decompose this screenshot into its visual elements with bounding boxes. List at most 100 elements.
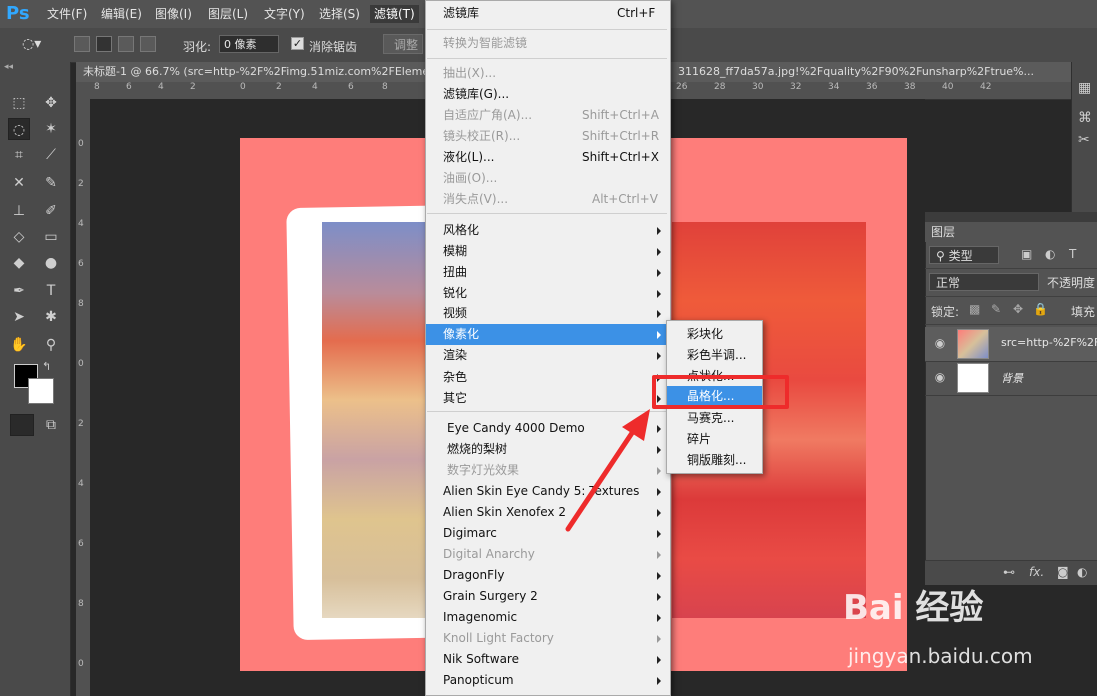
menu-item-digimarc[interactable]: Digimarc	[443, 523, 497, 544]
menu-item-adaptive-wide-angle[interactable]: 自适应广角(A)...	[443, 105, 532, 126]
photoshop-logo-icon: Ps	[6, 3, 30, 24]
menu-item-filter-gallery-last[interactable]: 滤镜库	[443, 3, 479, 24]
healing-brush-icon[interactable]: ✕	[8, 172, 30, 194]
visibility-eye-icon[interactable]: ◉	[933, 336, 947, 350]
submenu-item-mezzotint[interactable]: 铜版雕刻...	[687, 450, 746, 471]
pen-tool-icon[interactable]: ✒	[8, 280, 30, 302]
antialias-checkbox[interactable]: ✓	[291, 37, 304, 50]
menu-item-blur[interactable]: 模糊	[443, 241, 467, 262]
zoom-tool-icon[interactable]: ⚲	[40, 334, 62, 356]
marquee-tool-icon[interactable]: ⬚	[8, 92, 30, 114]
menu-type[interactable]: 文字(Y)	[264, 5, 305, 23]
brush-panel-icon[interactable]: ⌘	[1078, 110, 1092, 126]
menu-item-sharpen[interactable]: 锐化	[443, 283, 467, 304]
stamp-tool-icon[interactable]: ⊥	[8, 200, 30, 222]
menu-item-noise[interactable]: 杂色	[443, 367, 467, 388]
submenu-arrow-icon	[657, 310, 661, 318]
menu-select[interactable]: 选择(S)	[319, 5, 360, 23]
submenu-item-color-halftone[interactable]: 彩色半调...	[687, 345, 746, 366]
menu-item-vanishing-point[interactable]: 消失点(V)...	[443, 189, 508, 210]
filter-type-icon[interactable]: T	[1069, 247, 1076, 261]
blend-mode-select[interactable]: 正常	[929, 273, 1039, 291]
history-brush-icon[interactable]: ✐	[40, 200, 62, 222]
menu-item-lens-correction[interactable]: 镜头校正(R)...	[443, 126, 520, 147]
background-color-swatch[interactable]	[28, 378, 54, 404]
history-panel-icon[interactable]: ▦	[1078, 80, 1091, 96]
new-selection-button[interactable]	[74, 36, 90, 52]
add-selection-button[interactable]	[96, 36, 112, 52]
filter-pixel-icon[interactable]: ▣	[1021, 247, 1032, 261]
menu-item-distort[interactable]: 扭曲	[443, 262, 467, 283]
layer-row[interactable]: ◉ src=http-%2F%2Fi	[925, 327, 1097, 362]
blur-tool-icon[interactable]: ◆	[8, 252, 30, 274]
move-tool-icon[interactable]: ✥	[40, 92, 62, 114]
menu-item-nik-software[interactable]: Nik Software	[443, 649, 519, 670]
brush-tool-icon[interactable]: ✎	[40, 172, 62, 194]
screen-mode-icon[interactable]: ⧉	[40, 414, 62, 436]
quick-mask-icon[interactable]	[10, 414, 34, 436]
hand-tool-icon[interactable]: ✋	[8, 334, 30, 356]
menu-item-video[interactable]: 视频	[443, 303, 467, 324]
submenu-item-facet[interactable]: 彩块化	[687, 324, 723, 345]
menu-item-dragonfly[interactable]: DragonFly	[443, 565, 504, 586]
menu-item-oil-paint[interactable]: 油画(O)...	[443, 168, 497, 189]
menu-item-digital-anarchy[interactable]: Digital Anarchy	[443, 544, 535, 565]
menu-item-grain-surgery[interactable]: Grain Surgery 2	[443, 586, 538, 607]
menu-file[interactable]: 文件(F)	[47, 5, 87, 23]
menu-item-liquify[interactable]: 液化(L)...	[443, 147, 495, 168]
menu-item-xenofex[interactable]: Alien Skin Xenofex 2	[443, 502, 566, 523]
menu-item-convert-smart-filter[interactable]: 转换为智能滤镜	[443, 33, 527, 54]
add-mask-icon[interactable]: ◙	[1057, 565, 1069, 579]
menu-item-burning-pear[interactable]: 燃烧的梨树	[447, 439, 507, 460]
layers-blend-row: 正常 不透明度	[925, 268, 1097, 297]
menu-item-other[interactable]: 其它	[443, 388, 467, 409]
submenu-arrow-icon	[657, 572, 661, 580]
link-layers-icon[interactable]: ⊷	[1003, 565, 1015, 579]
subtract-selection-button[interactable]	[118, 36, 134, 52]
menu-edit[interactable]: 编辑(E)	[101, 5, 142, 23]
menu-separator	[427, 29, 667, 30]
lock-transparency-icon[interactable]: ▩	[969, 302, 980, 316]
layer-kind-filter[interactable]: ⚲ 类型	[929, 246, 999, 264]
submenu-item-fragment[interactable]: 碎片	[687, 429, 711, 450]
visibility-eye-icon[interactable]: ◉	[933, 370, 947, 384]
eraser-tool-icon[interactable]: ◇	[8, 226, 30, 248]
menu-item-imagenomic[interactable]: Imagenomic	[443, 607, 517, 628]
collapse-icon[interactable]: ◂◂	[4, 62, 13, 72]
fx-icon[interactable]: fx.	[1029, 565, 1044, 579]
path-selection-icon[interactable]: ➤	[8, 306, 30, 328]
menu-item-render[interactable]: 渲染	[443, 345, 467, 366]
gradient-tool-icon[interactable]: ▭	[40, 226, 62, 248]
menu-item-filter-gallery[interactable]: 滤镜库(G)...	[443, 84, 509, 105]
menu-item-pixelate[interactable]: 像素化	[443, 324, 479, 345]
magic-wand-icon[interactable]: ✶	[40, 118, 62, 140]
layers-tab[interactable]: 图层	[925, 222, 963, 242]
dodge-tool-icon[interactable]: ●	[40, 252, 62, 274]
menu-item-panopticum[interactable]: Panopticum	[443, 670, 514, 691]
eyedropper-icon[interactable]: ⟋	[40, 144, 62, 166]
intersect-selection-button[interactable]	[140, 36, 156, 52]
menu-image[interactable]: 图像(I)	[155, 5, 192, 23]
menu-item-extract[interactable]: 抽出(X)...	[443, 63, 496, 84]
lock-pixels-icon[interactable]: ✎	[991, 302, 1001, 316]
type-tool-icon[interactable]: T	[40, 280, 62, 302]
shape-tool-icon[interactable]: ✱	[40, 306, 62, 328]
refine-edge-button[interactable]: 调整	[383, 34, 423, 54]
menu-filter[interactable]: 滤镜(T)	[370, 5, 419, 23]
filter-adjust-icon[interactable]: ◐	[1045, 247, 1055, 261]
menu-layer[interactable]: 图层(L)	[208, 5, 248, 23]
layer-name: 背景	[1001, 372, 1023, 385]
feather-input[interactable]: 0 像素	[219, 35, 279, 53]
lock-all-icon[interactable]: 🔒	[1033, 302, 1048, 316]
menu-item-knoll-light[interactable]: Knoll Light Factory	[443, 628, 554, 649]
swap-colors-icon[interactable]: ↰	[42, 360, 51, 373]
menu-item-stylize[interactable]: 风格化	[443, 220, 479, 241]
layer-row[interactable]: ◉ 背景	[925, 361, 1097, 396]
menu-item-digital-light[interactable]: 数字灯光效果	[447, 460, 519, 481]
crop-tool-icon[interactable]: ⌗	[8, 144, 30, 166]
lasso-tool-icon[interactable]: ◌	[8, 118, 30, 140]
lasso-preset-icon[interactable]: ◌▾	[22, 36, 41, 52]
adjustment-layer-icon[interactable]: ◐	[1077, 565, 1087, 579]
lock-position-icon[interactable]: ✥	[1013, 302, 1023, 316]
submenu-item-mosaic[interactable]: 马赛克...	[687, 408, 734, 429]
